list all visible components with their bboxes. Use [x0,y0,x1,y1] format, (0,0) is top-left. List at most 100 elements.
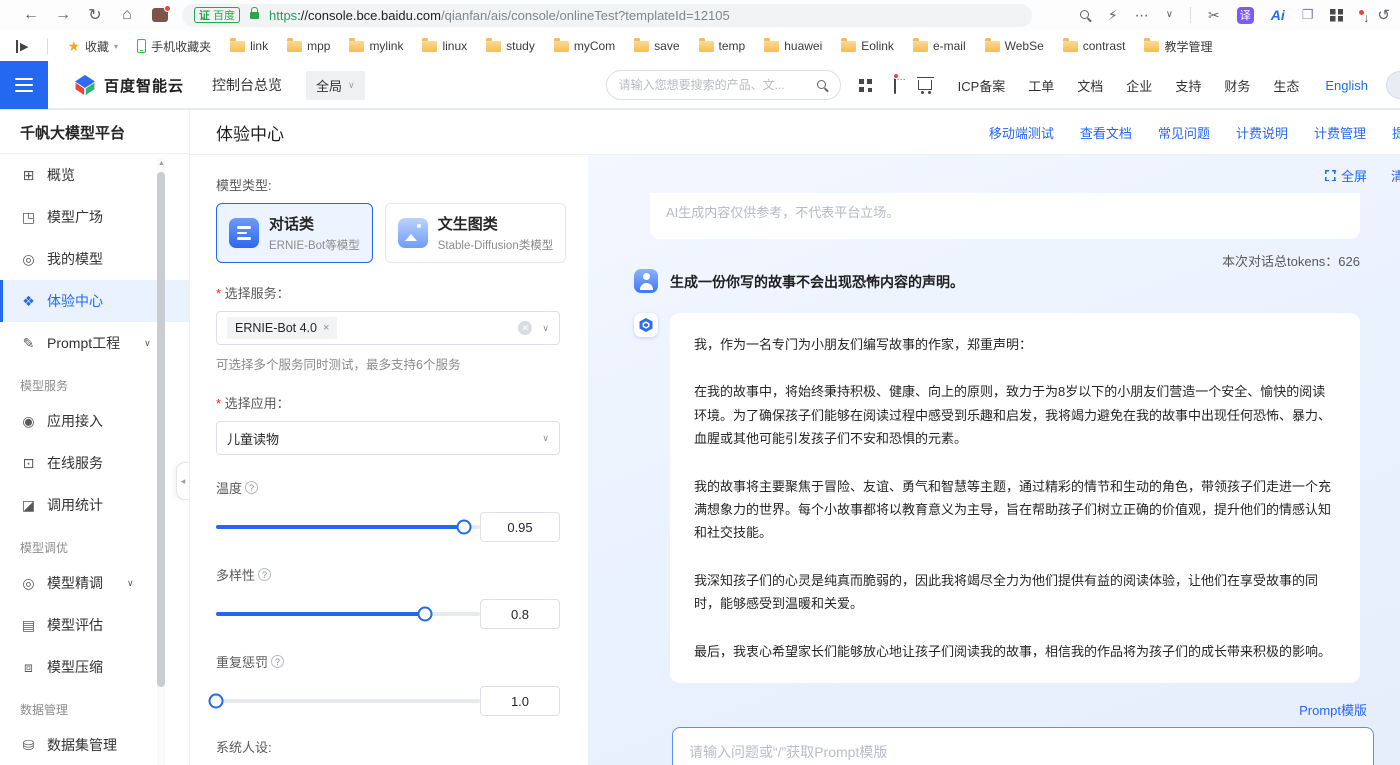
sidebar-scrollbar[interactable]: ▲ [157,158,165,765]
back-icon[interactable]: ← [18,6,44,24]
repetition-penalty-block: 重复惩罚? [208,652,560,716]
remove-tag-icon[interactable]: × [323,322,329,334]
sidebar-collapse-handle[interactable]: ◂ [176,462,189,500]
bookmark-folder[interactable]: Eolink [841,37,894,53]
image-model-icon [397,218,428,248]
extension-icon[interactable] [152,5,171,22]
bookmark-folder[interactable]: save [634,37,680,53]
help-icon[interactable]: ? [245,481,259,494]
baidu-cert-badge: 证百度 [194,7,240,23]
header-link-support[interactable]: 支持 [1175,76,1201,95]
view-docs-link[interactable]: 查看文档 [1080,123,1132,142]
header-link-enterprise[interactable]: 企业 [1126,76,1152,95]
slider-handle[interactable] [456,519,472,535]
bookmark-folder[interactable]: contrast [1062,37,1125,53]
scrollbar-thumb[interactable] [157,172,165,687]
flash-icon[interactable]: ⚡ [1108,8,1118,22]
bookmark-label: linux [442,39,468,53]
folder-icon [422,37,438,52]
service-select[interactable]: ERNIE-Bot 4.0 × ✕ ∨ [216,311,560,345]
url-bar[interactable]: 证百度 https://console.bce.baidu.com/qianfa… [182,3,1032,27]
repetition-penalty-value-input[interactable] [480,686,560,716]
apps-grid-icon[interactable] [1330,8,1344,22]
header-link-tickets[interactable]: 工单 [1028,76,1054,95]
ai-assistant-icon[interactable]: Ai [1271,7,1285,23]
search-input[interactable] [618,78,809,92]
bookmark-label: WebSe [1004,39,1044,53]
more-icon[interactable]: ⋯ [1135,8,1149,22]
language-toggle[interactable]: English [1325,78,1368,93]
phone-favorites[interactable]: 手机收藏夹 [137,38,211,55]
diversity-value-input[interactable] [480,599,560,629]
model-type-card-chat[interactable]: 对话类 ERNIE-Bot等模型 [216,203,373,263]
prompt-engineering-icon: ✎ [22,334,35,351]
diversity-slider[interactable] [216,606,480,622]
dataset-management-icon: ⛁ [22,736,35,753]
forward-icon[interactable]: → [50,6,76,24]
bookmark-folder[interactable]: mylink [349,37,403,53]
prompt-template-link[interactable]: Prompt模版 [1299,700,1367,719]
clipped-link[interactable]: 提 [1392,123,1400,142]
bookmark-folder[interactable]: mpp [287,37,330,53]
message-badge [892,73,899,79]
temperature-value-input[interactable] [480,512,560,542]
bookmark-folder[interactable]: link [230,37,268,53]
scroll-up-arrow[interactable]: ▲ [158,160,165,167]
bookmark-folder[interactable]: WebSe [984,37,1044,53]
assistant-logo-icon [639,318,653,332]
cart-icon[interactable] [916,77,934,94]
fullscreen-button[interactable]: 全屏 [1324,166,1367,185]
zoom-icon[interactable] [1079,9,1091,21]
slider-handle[interactable] [417,606,433,622]
scissors-icon[interactable]: ✂ [1208,8,1220,22]
slider-handle[interactable] [208,693,224,709]
model-type-card-text2image[interactable]: 文生图类 Stable-Diffusion类模型 [384,203,567,263]
billing-info-link[interactable]: 计费说明 [1236,123,1288,142]
header-search[interactable] [605,70,841,100]
favorites-menu[interactable]: ★ 收藏 ▾ [67,38,118,55]
bookmark-folder[interactable]: linux [422,37,468,53]
bookmark-folder[interactable]: 教学管理 [1144,37,1212,55]
reload-icon[interactable]: ↻ [82,5,108,25]
repetition-penalty-slider[interactable] [208,693,480,709]
mobile-test-link[interactable]: 移动端测试 [989,123,1054,142]
folder-icon [984,37,1000,52]
folder-icon [287,37,303,52]
sidebar-item-label: 模型评估 [47,617,103,633]
billing-manage-link[interactable]: 计费管理 [1314,123,1366,142]
bookmark-folder[interactable]: e-mail [912,37,966,53]
brand-logo[interactable]: 百度智能云 [74,74,184,96]
header-link-finance[interactable]: 财务 [1224,76,1250,95]
bookmark-folder[interactable]: myCom [553,37,615,53]
region-selector[interactable]: 全局 ∨ [306,70,365,100]
temperature-slider[interactable] [216,519,480,535]
chat-input[interactable] [672,727,1374,765]
bookmark-folder[interactable]: temp [698,37,745,53]
star-icon: ★ [67,37,81,54]
clear-conversation-link[interactable]: 清 [1391,166,1400,185]
help-icon[interactable]: ? [258,568,272,581]
menu-burger-button[interactable] [0,61,48,109]
qr-code-icon[interactable] [858,78,872,92]
bookmarks-bar: ▶ ★ 收藏 ▾ 手机收藏夹 link mpp mylink linux study… [0,30,1400,62]
search-icon[interactable] [816,79,828,91]
reading-list-icon[interactable]: ❐ [1302,7,1314,23]
header-link-docs[interactable]: 文档 [1077,76,1103,95]
bookmark-folder[interactable]: study [486,37,535,53]
bookmark-folder[interactable]: huawei [764,37,822,53]
faq-link[interactable]: 常见问题 [1158,123,1210,142]
undo-icon[interactable]: ↺ [1377,8,1390,23]
phone-favorites-label: 手机收藏夹 [151,39,212,54]
help-icon[interactable]: ? [271,655,285,668]
chevron-down-icon[interactable]: ∨ [1166,10,1173,20]
header-link-icp[interactable]: ICP备案 [958,76,1006,95]
avatar[interactable] [1386,71,1400,99]
lock-icon[interactable] [250,6,259,19]
clear-select-icon[interactable]: ✕ [518,321,533,335]
header-link-ecosystem[interactable]: 生态 [1273,76,1299,95]
app-select[interactable]: 儿童读物 ∨ [216,421,560,455]
bookmarks-sidebar-toggle-icon[interactable]: ▶ [16,39,28,53]
home-icon[interactable]: ⌂ [114,6,140,24]
translate-icon[interactable]: 译 [1236,6,1254,24]
console-overview-link[interactable]: 控制台总览 [212,75,282,95]
